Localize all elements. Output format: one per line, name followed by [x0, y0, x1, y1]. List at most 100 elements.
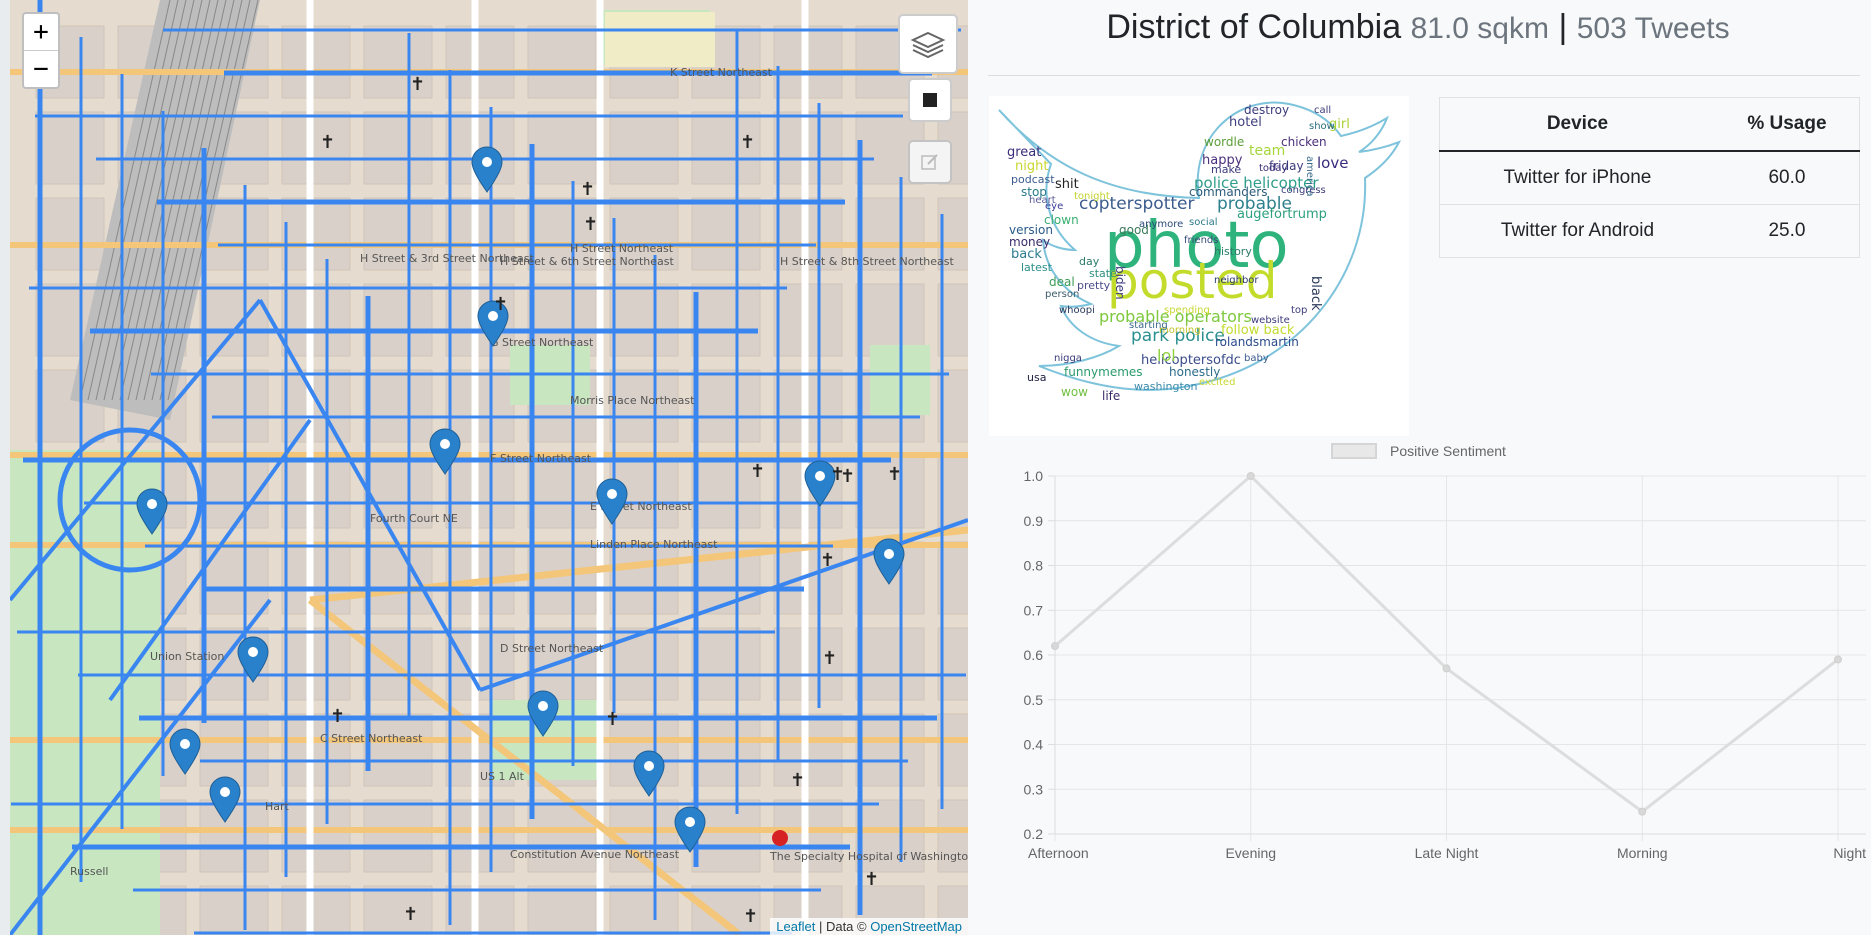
data-point[interactable]: [1834, 655, 1842, 664]
cloud-word: deal: [1049, 275, 1075, 289]
street-label: H Street Northeast: [570, 242, 674, 255]
cloud-word: podcast: [1011, 173, 1055, 186]
church-icon: ✝: [822, 648, 837, 669]
church-icon: ✝: [830, 464, 845, 485]
map-block: [609, 111, 679, 185]
area-value: 81.0 sqkm: [1410, 12, 1549, 45]
cloud-word: wordle: [1204, 135, 1245, 149]
map-block: [281, 197, 351, 271]
church-icon: ✝: [605, 709, 620, 730]
church-icon: ✝: [320, 132, 335, 153]
cloud-word: show: [1309, 121, 1335, 132]
map-block: [363, 885, 433, 935]
map-block: [281, 799, 351, 873]
map-block: [281, 369, 351, 443]
map-block: [527, 455, 597, 529]
map-block: [199, 369, 269, 443]
cloud-word: person: [1045, 289, 1080, 300]
cloud-word: lol: [1157, 346, 1176, 365]
cloud-word: social: [1189, 217, 1218, 228]
y-tick-label: 0.9: [1024, 513, 1044, 529]
zoom-in-button[interactable]: +: [24, 14, 58, 50]
edit-icon: [921, 154, 938, 170]
data-point[interactable]: [1246, 472, 1255, 480]
church-icon: ✝: [580, 179, 595, 200]
usage-header: % Usage: [1714, 97, 1860, 152]
cloud-word: call: [1314, 105, 1332, 116]
map-block: [855, 627, 925, 701]
street-label: K Street Northeast: [670, 66, 773, 79]
map-block: [609, 283, 679, 357]
edit-layers-button[interactable]: [908, 140, 952, 184]
map-block: [281, 111, 351, 185]
church-icon: ✝: [820, 550, 835, 571]
cloud-word: excited: [1199, 377, 1236, 388]
church-icon: ✝: [750, 461, 765, 482]
draw-rectangle-button[interactable]: [908, 78, 952, 122]
cloud-word: funnymemes: [1064, 365, 1143, 379]
street-label: C Street Northeast: [320, 732, 423, 745]
map-block: [363, 799, 433, 873]
legend-swatch: [1331, 443, 1377, 459]
map-block: [281, 627, 351, 701]
cloud-word: friday: [1269, 159, 1304, 173]
street-label: The Specialty Hospital of Washington: [769, 850, 968, 863]
church-icon: ✝: [887, 464, 902, 485]
map-block: [445, 799, 515, 873]
map-block: [281, 885, 351, 935]
osm-link[interactable]: OpenStreetMap: [870, 919, 962, 934]
cloud-word: baby: [1244, 353, 1269, 364]
map-view[interactable]: K Street Northeast H Street Northeast H St…: [10, 0, 968, 935]
map-attribution: Leaflet | Data © OpenStreetMap: [770, 918, 968, 935]
map-block: [527, 111, 597, 185]
cloud-word: make: [1211, 163, 1242, 176]
sentiment-line-chart: Positive Sentiment 0.2 0.3 0.4 0.5 0.6 0.7 0.8 0…: [1024, 443, 1866, 861]
cloud-word: shit: [1055, 177, 1079, 192]
cloud-word: biden: [1113, 266, 1127, 300]
cloud-word: congress: [1281, 185, 1326, 196]
layers-control-button[interactable]: [898, 14, 958, 74]
tweet-count: 503 Tweets: [1576, 12, 1730, 45]
zoom-out-button[interactable]: −: [24, 50, 58, 87]
map-block: [609, 541, 679, 615]
street-label: Linden Place Northeast: [590, 538, 718, 551]
data-point[interactable]: [1638, 807, 1647, 816]
street-label: H Street & 6th Street Northeast: [500, 255, 674, 268]
table-header-row: Device % Usage: [1439, 97, 1860, 152]
y-tick-label: 1.0: [1024, 468, 1044, 484]
data-point[interactable]: [1051, 642, 1059, 651]
map-block: [691, 627, 761, 701]
x-tick-label: Afternoon: [1028, 845, 1089, 861]
x-tick-label: Late Night: [1415, 845, 1479, 861]
zoom-control: + −: [22, 12, 60, 89]
map-block: [363, 713, 433, 787]
street-label: F Street Northeast: [490, 452, 592, 465]
cloud-word: augefortrump: [1237, 207, 1327, 222]
data-point[interactable]: [1442, 664, 1451, 673]
leaflet-link[interactable]: Leaflet: [776, 919, 815, 934]
map-block: [35, 111, 105, 185]
map-block: [691, 799, 761, 873]
map-tiles[interactable]: K Street Northeast H Street NortheastH St…: [10, 0, 968, 935]
cloud-word: back: [1011, 247, 1042, 262]
cloud-word: team: [1249, 143, 1286, 159]
map-block: [691, 713, 761, 787]
map-block: [445, 885, 515, 935]
cloud-word: eye: [1045, 201, 1064, 212]
map-block: [363, 111, 433, 185]
church-icon: ✝: [493, 294, 508, 315]
cloud-word: spending: [1164, 305, 1210, 316]
y-tick-label: 0.5: [1024, 692, 1044, 708]
street-label: Hart: [265, 800, 290, 813]
cloud-word: wow: [1061, 385, 1088, 399]
map-park: [10, 450, 160, 935]
chart-legend[interactable]: Positive Sentiment: [1331, 443, 1506, 459]
map-block: [445, 369, 515, 443]
cloud-word: destroy: [1244, 103, 1290, 117]
word-cloud: photo posted copterspotter probable police h…: [989, 96, 1409, 436]
device-usage-table: Device % Usage Twitter for iPhone 60.0 T…: [1439, 97, 1860, 258]
cloud-word: whoopi: [1059, 305, 1095, 316]
map-block: [199, 885, 269, 935]
map-block: [199, 283, 269, 357]
street-label: Constitution Avenue Northeast: [510, 848, 680, 861]
